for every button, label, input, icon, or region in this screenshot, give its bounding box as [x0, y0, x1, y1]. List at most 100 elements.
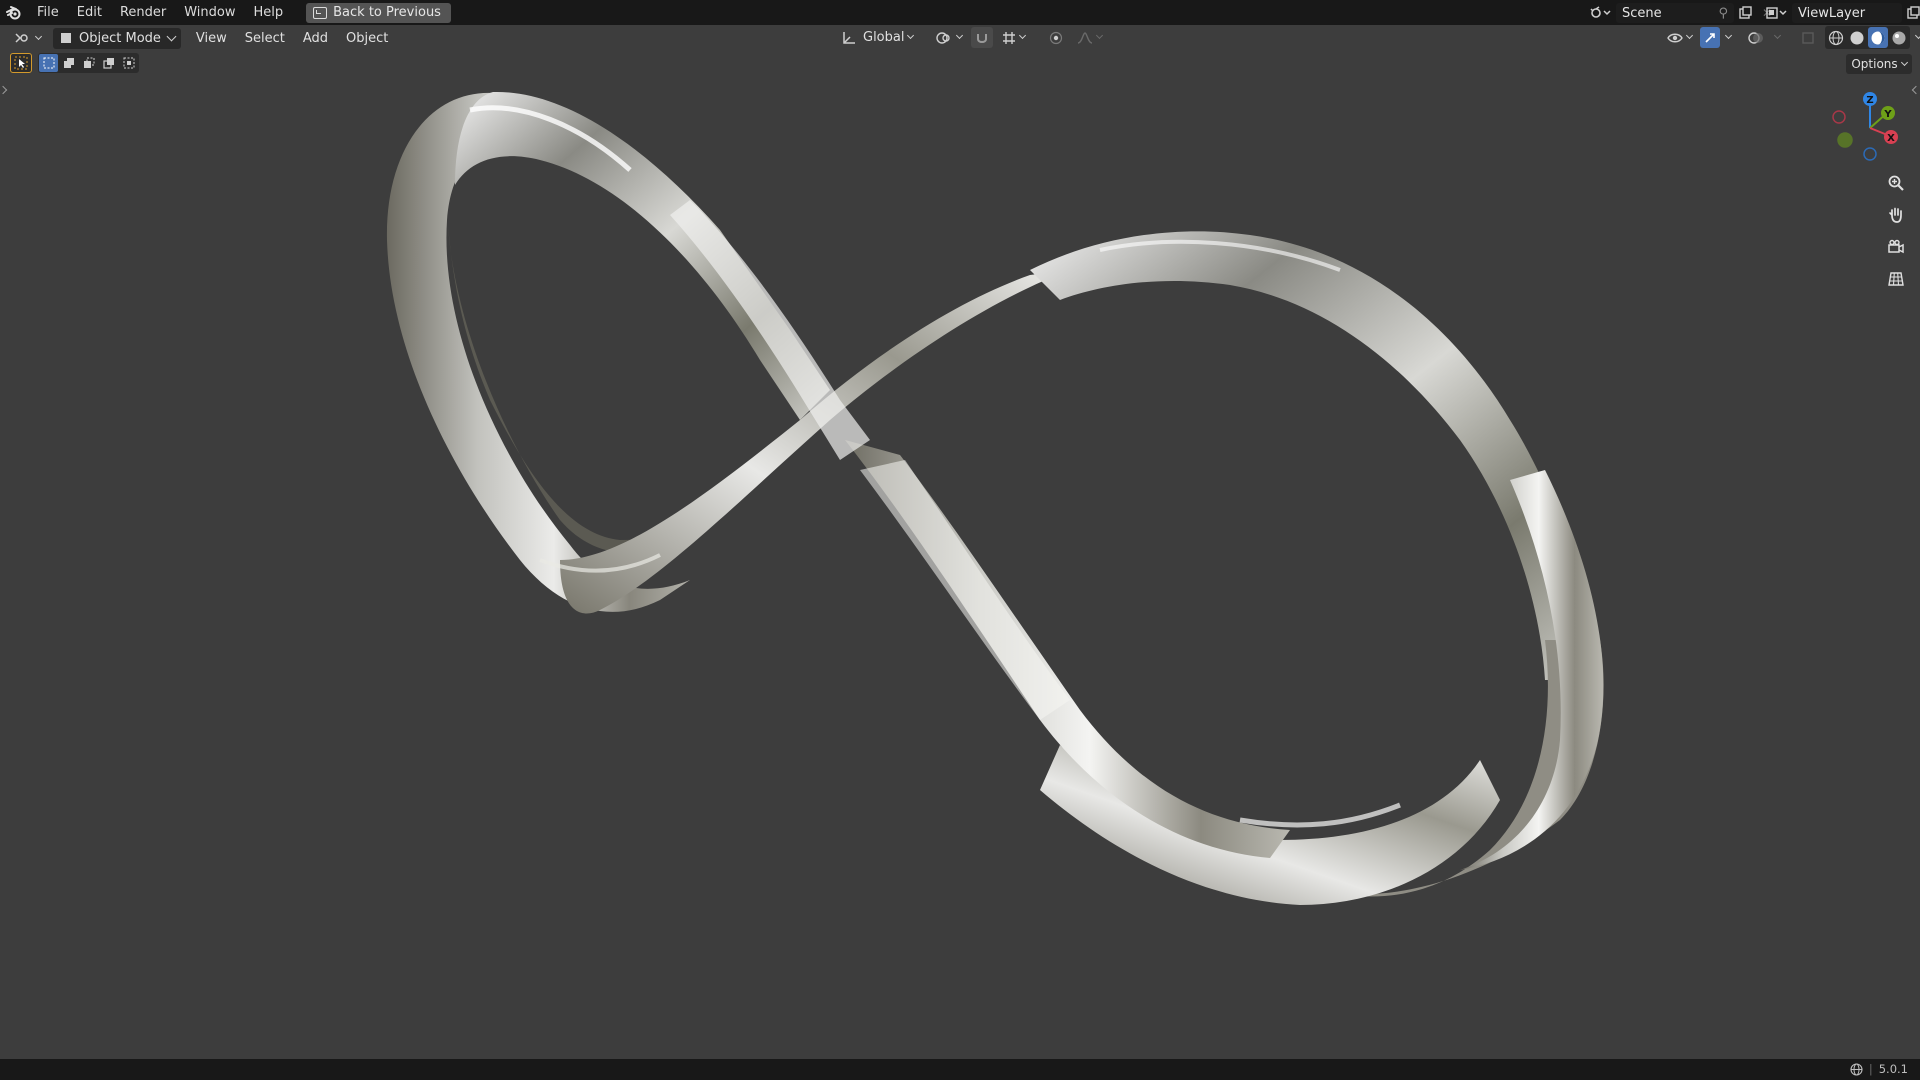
y-axis-handle[interactable]: Y: [1881, 106, 1895, 120]
material-sphere-icon: [1871, 31, 1885, 44]
overlays-icon: [1748, 31, 1763, 44]
overlays-toggle[interactable]: [1743, 27, 1769, 48]
visibility-dropdown[interactable]: [1662, 27, 1697, 48]
view-layer-name-field[interactable]: ViewLayer: [1792, 3, 1902, 23]
menu-edit[interactable]: Edit: [68, 0, 111, 25]
magnet-icon: [977, 33, 988, 43]
scene-name: Scene: [1622, 5, 1662, 21]
svg-text:Z: Z: [1866, 95, 1873, 106]
status-bar: | 5.0.1: [0, 1059, 1920, 1080]
neg-x-axis-handle[interactable]: [1832, 110, 1846, 124]
xray-icon: [1802, 31, 1814, 44]
3d-viewport[interactable]: [0, 51, 1920, 1059]
version-number: 5.0.1: [1878, 1062, 1908, 1076]
pivot-point-dropdown[interactable]: [930, 27, 967, 48]
snap-toggle[interactable]: [971, 27, 994, 48]
menu-view[interactable]: View: [187, 31, 236, 46]
options-dropdown[interactable]: Options: [1846, 54, 1912, 74]
select-new-mode-button[interactable]: [39, 54, 58, 72]
options-label: Options: [1851, 57, 1898, 71]
select-subtract-icon: [83, 57, 94, 68]
selection-mode-group: [38, 53, 139, 73]
gizmo-icon: [1705, 32, 1715, 43]
snap-grid-icon: [1003, 31, 1016, 44]
viewport-display-tools: [1662, 26, 1920, 49]
menu-file[interactable]: File: [28, 0, 68, 25]
camera-view-icon: [1888, 239, 1904, 254]
camera-view-button[interactable]: [1882, 234, 1910, 260]
snap-target-dropdown[interactable]: [997, 27, 1030, 48]
version-info: | 5.0.1: [1850, 1062, 1908, 1076]
view-layer-name: ViewLayer: [1798, 5, 1866, 21]
object-mode-dropdown[interactable]: Object Mode: [53, 27, 181, 49]
select-intersect-mode-button[interactable]: [119, 54, 138, 72]
wireframe-shading-button[interactable]: [1826, 27, 1846, 48]
gizmo-toggle[interactable]: [1700, 27, 1720, 48]
shading-dropdown[interactable]: [1913, 27, 1920, 48]
select-intersect-icon: [123, 57, 134, 69]
menu-render[interactable]: Render: [111, 0, 175, 25]
transform-orientation-dropdown[interactable]: Global: [836, 27, 918, 48]
scene-selector: Scene ⚲ ✕: [1586, 3, 1778, 23]
falloff-dropdown[interactable]: [1072, 27, 1107, 48]
falloff-curve-icon: [1078, 31, 1093, 44]
wireframe-sphere-icon: [1828, 30, 1844, 45]
material-preview-shading-button[interactable]: [1868, 27, 1888, 48]
pin-icon[interactable]: ⚲: [1718, 6, 1728, 21]
z-axis-handle[interactable]: Z: [1863, 92, 1877, 106]
select-invert-mode-button[interactable]: [99, 54, 118, 72]
rendered-sphere-icon: [1892, 31, 1906, 44]
menu-select[interactable]: Select: [236, 31, 294, 46]
network-globe-icon: [1850, 1062, 1863, 1076]
svg-text:Y: Y: [1883, 109, 1892, 120]
overlays-dropdown[interactable]: [1772, 27, 1783, 48]
cursor-select-icon: [14, 56, 28, 70]
view-layer-browse-icon[interactable]: [1762, 3, 1792, 23]
solid-shading-button[interactable]: [1847, 27, 1867, 48]
select-new-icon: [43, 57, 54, 69]
neg-y-axis-handle[interactable]: [1837, 132, 1853, 148]
tool-settings-row: [10, 53, 139, 73]
proportional-edit-toggle[interactable]: [1044, 27, 1068, 48]
select-invert-icon: [102, 58, 114, 69]
back-to-previous-label: Back to Previous: [333, 5, 441, 20]
menu-help[interactable]: Help: [245, 0, 293, 25]
blender-logo-icon[interactable]: [0, 0, 28, 25]
new-scene-icon[interactable]: [1734, 3, 1756, 23]
menu-window[interactable]: Window: [175, 0, 244, 25]
ortho-toggle-button[interactable]: [1882, 266, 1910, 292]
menu-add[interactable]: Add: [294, 31, 337, 46]
orientation-label: Global: [863, 30, 905, 45]
x-axis-handle[interactable]: X: [1884, 130, 1898, 144]
new-view-layer-icon[interactable]: [1902, 3, 1920, 23]
shading-mode-group: [1825, 26, 1910, 49]
infinity-ring-object[interactable]: [0, 51, 1920, 1059]
select-extend-mode-button[interactable]: [59, 54, 78, 72]
rendered-shading-button[interactable]: [1889, 27, 1909, 48]
editor-type-icon: [15, 33, 28, 43]
navigation-gizmo[interactable]: Z Y X: [1830, 88, 1910, 168]
editor-type-dropdown[interactable]: [10, 28, 45, 49]
transform-tools: Global: [836, 27, 1107, 48]
pan-hand-icon: [1889, 207, 1902, 223]
zoom-button[interactable]: [1882, 170, 1910, 196]
scene-name-field[interactable]: Scene ⚲: [1616, 3, 1734, 23]
zoom-icon: [1888, 175, 1904, 191]
back-icon: [313, 6, 328, 19]
xray-toggle[interactable]: [1796, 27, 1820, 48]
object-mode-label: Object Mode: [79, 30, 161, 46]
back-to-previous-button[interactable]: Back to Previous: [306, 2, 451, 23]
orientation-axes-icon: [843, 31, 855, 44]
gizmo-dropdown[interactable]: [1723, 27, 1734, 48]
view-layer-selector: ViewLayer ✕: [1762, 3, 1920, 23]
select-subtract-mode-button[interactable]: [79, 54, 98, 72]
proportional-edit-icon: [1050, 31, 1063, 44]
scene-browse-icon[interactable]: [1586, 3, 1616, 23]
pan-button[interactable]: [1882, 202, 1910, 228]
select-tool-button[interactable]: [10, 53, 32, 73]
neg-z-axis-handle[interactable]: [1863, 147, 1877, 161]
svg-text:X: X: [1887, 133, 1895, 144]
menu-object[interactable]: Object: [337, 31, 397, 46]
eye-icon: [1667, 33, 1683, 42]
pivot-icon: [936, 31, 951, 44]
